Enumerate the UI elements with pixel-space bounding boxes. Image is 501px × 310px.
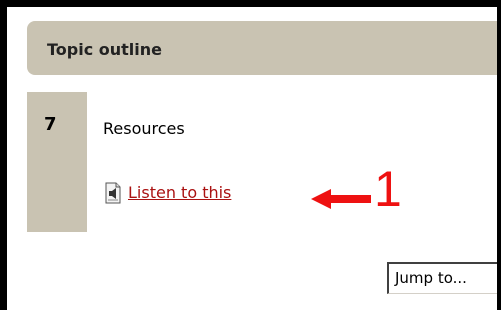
annotation-arrow-icon xyxy=(311,189,371,209)
section-name: Resources xyxy=(103,119,185,138)
jump-to-value: Jump to... xyxy=(395,269,467,287)
listen-link-label: Listen to this xyxy=(128,183,232,202)
window-right-edge xyxy=(497,7,501,310)
jump-to-select[interactable]: Jump to... xyxy=(387,262,501,294)
section-number: 7 xyxy=(44,114,57,135)
section-content: Resources Listen to this xyxy=(87,92,497,232)
course-section: 7 Resources Listen to this xyxy=(27,92,501,232)
topic-outline-title: Topic outline xyxy=(47,40,163,59)
annotation-number: 1 xyxy=(374,161,402,217)
audio-file-icon xyxy=(105,182,121,204)
course-page: Topic outline 7 Resources Listen to this… xyxy=(7,7,501,310)
section-number-column: 7 xyxy=(27,92,87,232)
topic-outline-header: Topic outline xyxy=(27,21,501,75)
